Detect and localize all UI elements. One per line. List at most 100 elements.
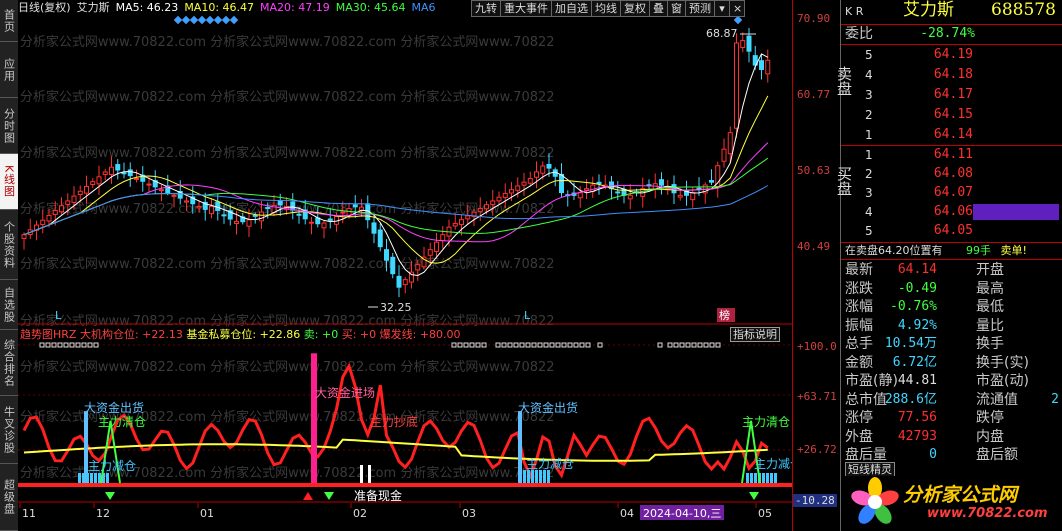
- sell-price: 64.14: [933, 127, 973, 142]
- chart-area[interactable]: com 分析家公式网www.70822.com 分析家公式网www.70822.…: [18, 0, 792, 531]
- candle-body: [496, 196, 502, 202]
- sell-level-row[interactable]: 3 64.17: [841, 85, 1062, 105]
- nine-turn-button[interactable]: 九转: [471, 0, 501, 17]
- volume-bar: [973, 204, 1059, 220]
- candle-body: [265, 207, 271, 210]
- sell-level-row[interactable]: 1 64.14: [841, 125, 1062, 145]
- period-label: 日线(复权): [18, 1, 71, 14]
- sell-price: 64.18: [933, 67, 973, 82]
- watermark-text: com 分析家公式网www.70822.com 分析家公式网www.70822.…: [18, 145, 555, 161]
- x-tick-label: 11: [22, 507, 36, 520]
- stat-label: 外盘: [845, 428, 873, 445]
- stat-label: 振幅: [845, 317, 873, 334]
- cash-bar: [368, 465, 371, 483]
- stat-label: 总市值: [845, 391, 887, 408]
- kr-label: K R: [845, 5, 864, 18]
- candle-body: [577, 192, 583, 199]
- reduce-bar: [90, 473, 93, 483]
- close-button[interactable]: ×: [729, 0, 745, 17]
- sell-price: 64.17: [933, 87, 973, 102]
- watermark-text: com 分析家公式网www.70822.com 分析家公式网www.70822.…: [18, 313, 555, 329]
- y-tick-label: 70.90: [797, 12, 831, 25]
- reduce-bar: [82, 473, 85, 483]
- buy-level-row[interactable]: 4 64.06: [841, 202, 1062, 222]
- candle-body: [71, 195, 77, 203]
- tab-apps[interactable]: 应用: [0, 42, 18, 98]
- tab-timeline[interactable]: 分时图: [0, 98, 18, 154]
- watermark-text: com 分析家公式网www.70822.com 分析家公式网www.70822.…: [18, 34, 555, 50]
- signal-label: 大资金出货: [518, 400, 578, 415]
- candle-body: [209, 205, 214, 215]
- candle-body: [252, 214, 258, 217]
- tab-ranking[interactable]: 综合排名: [0, 330, 18, 396]
- candle-body: [96, 176, 102, 185]
- buy-level-row[interactable]: 5 64.05: [841, 221, 1062, 241]
- sell-level-row[interactable]: 2 64.15: [841, 105, 1062, 125]
- signal-label: 主力减仓: [526, 457, 574, 471]
- level-number: 3: [865, 88, 873, 102]
- tab-diagnosis[interactable]: 牛叉诊股: [0, 396, 18, 464]
- indicator-explain-button[interactable]: 指标说明: [730, 327, 780, 342]
- stat-value: 77.56: [897, 410, 937, 425]
- y-tick-label: 50.63: [797, 164, 831, 177]
- signal-label: 主力清仓: [742, 415, 790, 429]
- dropdown-button[interactable]: ▾: [714, 0, 730, 17]
- candle-body: [740, 40, 746, 48]
- tab-watchlist[interactable]: 自选股: [0, 280, 18, 330]
- stat-value: 0: [929, 447, 937, 462]
- notice-qty: 99手: [966, 244, 991, 257]
- candle-body: [690, 192, 696, 201]
- tab-stock-info[interactable]: 个股资料: [0, 210, 18, 280]
- tab-super-board[interactable]: 超级盘: [0, 464, 18, 531]
- indicator-y-tick: +26.72: [797, 443, 837, 456]
- big-order-notice: 在卖盘64.20位置有 99手 卖单!: [845, 243, 1027, 259]
- bang-text: 榜: [719, 308, 730, 322]
- candle-body: [340, 211, 346, 214]
- buy-price: 64.06: [933, 204, 973, 219]
- ma60-label: MA6: [411, 1, 436, 14]
- window-button[interactable]: 窗: [667, 0, 686, 17]
- reduce-bar: [754, 473, 757, 483]
- candle-body: [65, 200, 71, 205]
- signal-label: 主力清仓: [98, 415, 146, 429]
- quote-panel: K R 艾力斯 688578 委比 -28.74% 卖盘 5 64.19 4 64.1…: [835, 0, 1062, 531]
- candle-body: [371, 222, 377, 234]
- buy-level-row[interactable]: 2 64.08: [841, 164, 1062, 184]
- stock-code: 688578: [991, 0, 1056, 20]
- low-price-label: 32.25: [380, 301, 412, 314]
- sell-level-row[interactable]: 4 64.18: [841, 65, 1062, 85]
- tab-home[interactable]: 首页: [0, 0, 18, 42]
- watermark-text: com 分析家公式网www.70822.com 分析家公式网www.70822.…: [18, 256, 555, 272]
- candle-body: [559, 173, 564, 194]
- ma-button[interactable]: 均线: [591, 0, 621, 17]
- forecast-button[interactable]: 预测: [685, 0, 715, 17]
- buy-level-row[interactable]: 3 64.07: [841, 183, 1062, 203]
- major-events-button[interactable]: 重大事件: [500, 0, 552, 17]
- buy-price: 64.11: [933, 147, 973, 162]
- candle-body: [234, 220, 239, 224]
- stat-row: 金额 6.72亿 换手(实): [841, 354, 1062, 372]
- stat-label-2: 换手: [976, 336, 1004, 352]
- kline-and-indicator-chart[interactable]: com 分析家公式网www.70822.com 分析家公式网www.70822.…: [18, 0, 792, 531]
- overlay-button[interactable]: 叠: [649, 0, 668, 17]
- sell-level-row[interactable]: 5 64.19: [841, 45, 1062, 65]
- ma20-label: MA20: 47.19: [260, 1, 330, 14]
- stat-label: 涨幅: [845, 299, 873, 315]
- short-line-spirit-tab[interactable]: 短线精灵: [845, 462, 895, 476]
- add-watchlist-button[interactable]: 加自选: [551, 0, 592, 17]
- tab-kline[interactable]: K线图: [0, 154, 18, 210]
- candle-body: [109, 166, 114, 175]
- candle-body: [352, 204, 358, 208]
- stat-value: 4.92%: [897, 317, 937, 333]
- x-tick-label: 03: [462, 507, 476, 520]
- stat-row: 涨停 77.56 跌停: [841, 409, 1062, 427]
- logo-url: www.70822.com: [927, 506, 1048, 521]
- indicator-cursor-value: -10.28: [793, 494, 837, 507]
- candle-body: [746, 35, 752, 52]
- adjust-button[interactable]: 复权: [620, 0, 650, 17]
- candle-body: [215, 201, 221, 211]
- signal-label: 大资金进场: [315, 385, 375, 400]
- buy-level-row[interactable]: 1 64.11: [841, 145, 1062, 165]
- watermark-text: com 分析家公式网www.70822.com 分析家公式网www.70822.…: [18, 359, 555, 375]
- reduce-bar: [770, 473, 773, 483]
